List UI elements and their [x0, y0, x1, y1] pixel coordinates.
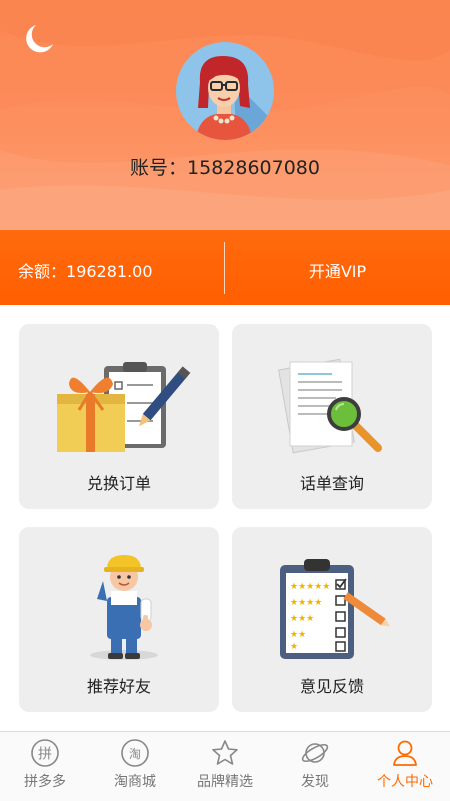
svg-text:拼: 拼: [38, 747, 52, 763]
document-search-icon: [278, 358, 382, 454]
worker-recommend-icon: [90, 555, 158, 660]
svg-text:★★★: ★★★: [290, 614, 314, 624]
card-bill-query[interactable]: 话单查询: [232, 324, 432, 509]
balance-label: 余额：: [18, 262, 67, 281]
svg-text:★★★★★: ★★★★★: [290, 582, 330, 592]
balance-bar: 余额：196281.00 开通VIP: [0, 230, 450, 305]
planet-icon: [301, 743, 329, 763]
avatar-woman-icon: [196, 56, 274, 140]
balance: 余额：196281.00: [18, 258, 153, 282]
card-feedback-label: 意见反馈: [299, 677, 364, 696]
card-exchange-order[interactable]: 兑换订单: [19, 324, 219, 509]
tab-taobao-mall[interactable]: 淘 淘商城: [90, 732, 180, 801]
taobao-icon: 淘: [121, 739, 149, 767]
tab-pinduoduo-label: 拼多多: [24, 774, 66, 790]
tab-pinduoduo[interactable]: 拼 拼多多: [0, 732, 90, 801]
feedback-clipboard-icon: ★★★★★ ★★★★ ★★★ ★★ ★: [280, 559, 390, 659]
svg-text:★★★★: ★★★★: [290, 598, 322, 608]
star-icon: [212, 740, 238, 765]
open-vip-button[interactable]: 开通VIP: [225, 258, 450, 282]
card-recommend-friend[interactable]: 推荐好友: [19, 527, 219, 712]
night-mode-icon[interactable]: [22, 22, 56, 56]
card-exchange-order-label: 兑换订单: [86, 474, 151, 493]
gift-order-icon: [57, 362, 191, 452]
account-label: 账号：: [130, 157, 188, 179]
tab-brand-select-label: 品牌精选: [197, 774, 253, 790]
card-feedback[interactable]: ★★★★★ ★★★★ ★★★ ★★ ★ 意见反馈: [232, 527, 432, 712]
tab-discover-label: 发现: [301, 774, 329, 790]
avatar[interactable]: [176, 42, 274, 140]
tab-personal-center[interactable]: 个人中心: [360, 732, 450, 801]
person-icon: [393, 740, 417, 766]
balance-value: 196281.00: [66, 262, 153, 281]
bottom-tab-bar: 拼 拼多多 淘 淘商城 品牌精选 发现 个人中心: [0, 731, 450, 801]
card-bill-query-label: 话单查询: [299, 474, 364, 493]
account-line: 账号：15828607080: [0, 153, 450, 180]
tab-brand-select[interactable]: 品牌精选: [180, 732, 270, 801]
tab-discover[interactable]: 发现: [270, 732, 360, 801]
tab-taobao-mall-label: 淘商城: [114, 774, 156, 790]
tab-personal-center-label: 个人中心: [377, 774, 433, 790]
account-number: 15828607080: [187, 157, 320, 179]
svg-text:★: ★: [290, 642, 298, 652]
svg-text:★★: ★★: [290, 630, 306, 640]
card-recommend-friend-label: 推荐好友: [86, 677, 151, 696]
profile-header: 账号：15828607080: [0, 0, 450, 230]
svg-text:淘: 淘: [129, 747, 141, 761]
pinduoduo-icon: 拼: [31, 739, 59, 767]
